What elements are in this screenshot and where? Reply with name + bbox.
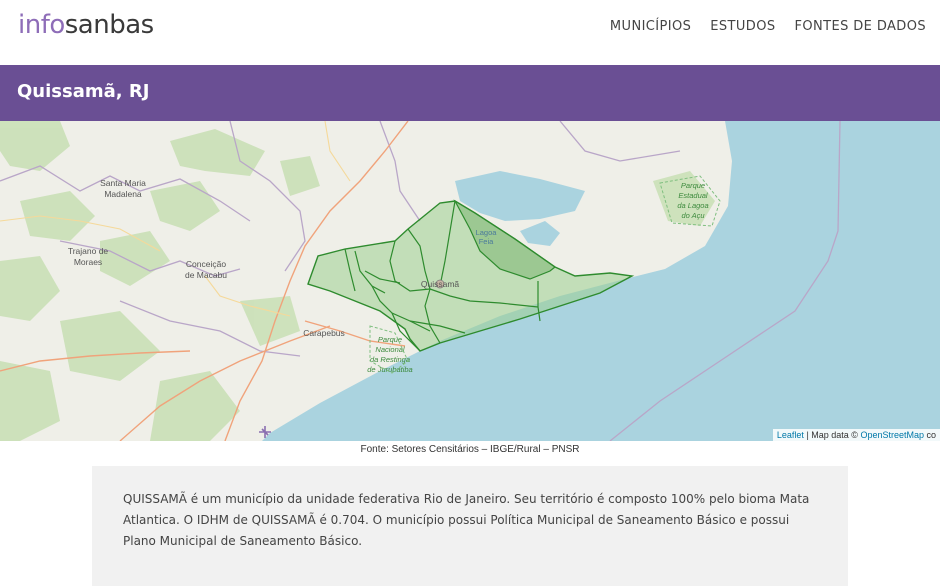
label-parque-acu-3: da Lagoa: [677, 201, 708, 210]
infosanbas-logo[interactable]: infosanbas: [18, 10, 154, 40]
page-title: Quissamã, RJ: [17, 81, 150, 102]
map-canvas[interactable]: Santa Maria Madalena Trajano de Moraes C…: [0, 121, 940, 441]
logo-text-info: info: [18, 10, 65, 40]
label-parque-jur-2: Nacional: [375, 345, 405, 354]
label-parque-acu-4: do Açu: [681, 211, 705, 220]
municipality-description: QUISSAMÃ é um município da unidade feder…: [123, 492, 810, 548]
main-nav: MUNICÍPIOS ESTUDOS FONTES DE DADOS: [610, 19, 926, 34]
label-quissama: Quissamã: [421, 279, 460, 289]
nav-estudos[interactable]: ESTUDOS: [710, 19, 775, 34]
label-trajano-1: Trajano de: [68, 246, 109, 256]
label-conceicao-2: de Macabu: [185, 270, 227, 280]
openstreetmap-link[interactable]: OpenStreetMap: [860, 430, 924, 440]
label-lagoa-feia-2: Feia: [479, 237, 494, 246]
map-attribution: Leaflet | Map data © OpenStreetMap co: [772, 429, 940, 441]
municipality-info-box: QUISSAMÃ é um município da unidade feder…: [92, 466, 848, 586]
label-parque-jur-3: da Restinga: [370, 355, 410, 364]
municipality-map[interactable]: Santa Maria Madalena Trajano de Moraes C…: [0, 121, 940, 441]
label-conceicao-1: Conceição: [186, 259, 226, 269]
label-carapebus: Carapebus: [303, 328, 345, 338]
label-santa-maria-2: Madalena: [104, 189, 142, 199]
label-lagoa-feia-1: Lagoa: [476, 228, 498, 237]
leaflet-link[interactable]: Leaflet: [777, 430, 804, 440]
label-santa-maria-1: Santa Maria: [100, 178, 146, 188]
title-banner: Quissamã, RJ: [0, 65, 940, 121]
nav-municipios[interactable]: MUNICÍPIOS: [610, 19, 691, 34]
attribution-tail: co: [923, 430, 936, 440]
attribution-separator: | Map data ©: [803, 430, 861, 440]
label-trajano-2: Moraes: [74, 257, 102, 267]
logo-text-sanbas: sanbas: [64, 10, 154, 40]
label-parque-jur-1: Parque: [378, 335, 402, 344]
nav-fontes-de-dados[interactable]: FONTES DE DADOS: [795, 19, 927, 34]
label-parque-acu-2: Estadual: [678, 191, 708, 200]
label-parque-jur-4: de Jurubatiba: [367, 365, 412, 374]
label-parque-acu-1: Parque: [681, 181, 705, 190]
top-navigation-bar: infosanbas MUNICÍPIOS ESTUDOS FONTES DE …: [0, 0, 940, 65]
map-source-caption: Fonte: Setores Censitários – IBGE/Rural …: [360, 444, 580, 455]
